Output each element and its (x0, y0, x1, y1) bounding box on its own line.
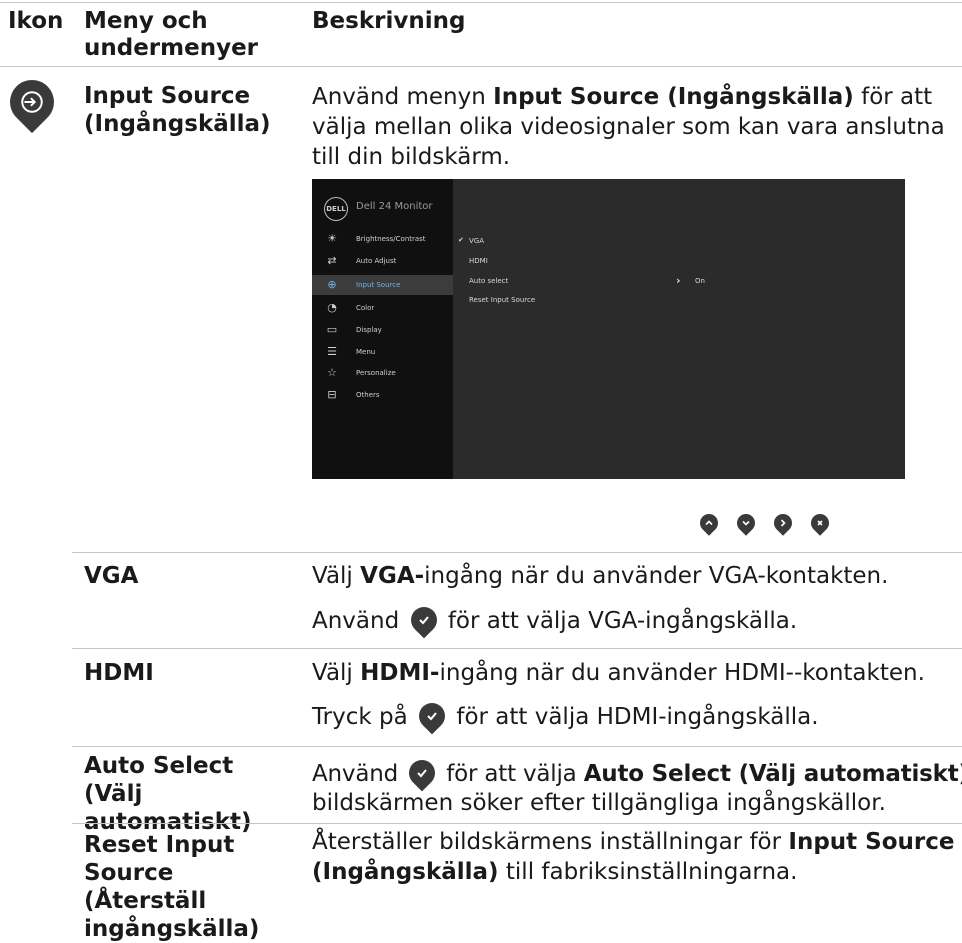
reset-input-source-description: Återställer bildskärmens inställningar f… (312, 829, 955, 885)
osd-item-auto-adjust[interactable]: ⇄ Auto Adjust (312, 251, 453, 271)
checkmark-icon (413, 697, 451, 734)
osd-item-others[interactable]: ⊟ Others (312, 385, 453, 405)
osd-title: Dell 24 Monitor (356, 201, 433, 212)
row-rule (72, 648, 962, 649)
auto-select-desc-line1: Använd för att välja Auto Select (Välj a… (312, 754, 962, 791)
header-menu: Meny och undermenyer (84, 8, 259, 61)
row-rule (72, 823, 962, 824)
osd-item-color[interactable]: ◔ Color (312, 298, 453, 318)
input-source-icon: ⊕ (327, 278, 337, 291)
top-rule (0, 2, 962, 3)
reset-input-source-label: Reset Input Source (Återställ ingångskäl… (84, 832, 260, 942)
header-icon: Ikon (8, 8, 64, 34)
chevron-right-icon: › (676, 274, 681, 287)
osd-screenshot: DELL Dell 24 Monitor ☀ Brightness/Contra… (312, 179, 905, 479)
input-source-description: Använd menyn Input Source (Ingångskälla)… (312, 84, 945, 170)
row-rule (72, 552, 962, 553)
header-rule (0, 66, 962, 67)
input-source-icon (0, 70, 64, 134)
display-icon: ▭ (326, 323, 338, 336)
checkmark-icon (403, 754, 441, 791)
auto-adjust-icon: ⇄ (327, 254, 337, 267)
dell-logo: DELL (324, 197, 348, 221)
others-icon: ⊟ (327, 388, 337, 401)
osd-sidebar: DELL Dell 24 Monitor ☀ Brightness/Contra… (312, 179, 453, 479)
osd-option-auto-select[interactable]: Auto select (469, 277, 508, 285)
osd-auto-select-value: On (695, 277, 705, 285)
up-icon (696, 510, 722, 536)
check-icon: ✔ (458, 236, 464, 244)
osd-item-display[interactable]: ▭ Display (312, 320, 453, 340)
osd-option-hdmi[interactable]: HDMI (469, 257, 488, 265)
brightness-icon: ☀ (327, 232, 337, 245)
vga-label: VGA (84, 563, 139, 589)
hdmi-desc-line1: Välj HDMI-ingång när du använder HDMI--k… (312, 660, 925, 686)
hdmi-label: HDMI (84, 660, 154, 686)
right-icon (770, 510, 796, 536)
checkmark-icon (405, 601, 442, 638)
menu-icon: ☰ (327, 345, 337, 358)
hdmi-desc-line2: Tryck på för att välja HDMI-ingångskälla… (312, 697, 957, 734)
auto-select-desc-line2: bildskärmen söker efter tillgängliga ing… (312, 790, 886, 816)
vga-desc-line1: Välj VGA-ingång när du använder VGA-kont… (312, 563, 889, 589)
input-source-label: Input Source (Ingångskälla) (84, 83, 271, 137)
osd-item-input-source[interactable]: ⊕ Input Source (312, 275, 453, 295)
close-icon (807, 510, 833, 536)
header-description: Beskrivning (312, 8, 466, 34)
vga-desc-line2: Använd för att välja VGA-ingångskälla. (312, 601, 957, 638)
color-icon: ◔ (327, 301, 337, 314)
osd-item-menu[interactable]: ☰ Menu (312, 342, 453, 362)
star-icon: ☆ (327, 366, 337, 379)
down-icon (733, 510, 759, 536)
osd-item-personalize[interactable]: ☆ Personalize (312, 363, 453, 383)
osd-item-brightness[interactable]: ☀ Brightness/Contrast (312, 229, 453, 249)
row-rule (72, 746, 962, 747)
osd-option-vga[interactable]: VGA (469, 237, 484, 245)
osd-option-reset[interactable]: Reset Input Source (469, 296, 535, 304)
